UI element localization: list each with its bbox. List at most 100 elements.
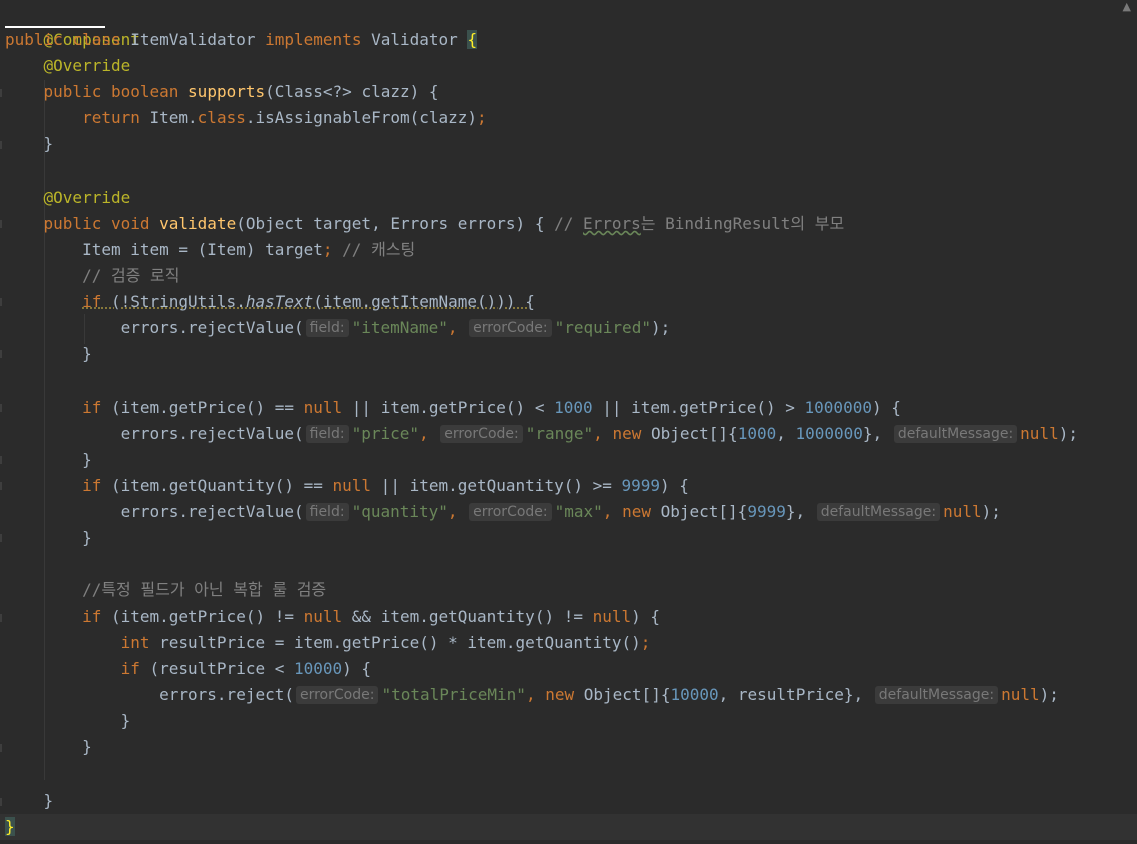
code-line[interactable]: } xyxy=(5,447,92,473)
keyword: if xyxy=(82,607,102,626)
code-line[interactable]: errors.reject(errorCode: "totalPriceMin",… xyxy=(5,682,1059,708)
string-literal: "max" xyxy=(554,502,603,521)
semicolon: ; xyxy=(640,633,651,652)
code-line[interactable]: //특정 필드가 아닌 복합 룰 검증 xyxy=(5,577,326,603)
param-hint: errorCode: xyxy=(469,503,552,521)
class-name: ItemValidator xyxy=(130,30,256,49)
code-line[interactable]: if (!StringUtils.hasText(item.getItemNam… xyxy=(5,289,535,315)
fold-marker[interactable] xyxy=(0,350,2,358)
current-line[interactable]: } xyxy=(0,814,1137,840)
code-text: errors.rejectValue( xyxy=(120,318,304,337)
fold-marker[interactable] xyxy=(0,456,2,464)
code-line[interactable]: public class ItemValidator implements Va… xyxy=(5,27,478,53)
code-line[interactable]: } xyxy=(5,131,54,157)
code-line[interactable]: // 검증 로직 xyxy=(5,263,179,289)
number-literal: 9999 xyxy=(621,476,661,495)
code-text: && item.getQuantity() != xyxy=(342,607,593,626)
code-text: } xyxy=(43,134,54,153)
code-text: ); xyxy=(650,318,671,337)
keyword: public xyxy=(43,214,102,233)
keyword: boolean xyxy=(110,82,179,101)
code-text: (item.getQuantity() == xyxy=(101,476,333,495)
param-hint: defaultMessage: xyxy=(893,425,1018,443)
code-text: } xyxy=(120,711,131,730)
fold-marker[interactable] xyxy=(0,798,2,806)
keyword: null xyxy=(303,398,343,417)
code-line[interactable]: } xyxy=(5,525,92,551)
code-text: Object[]{ xyxy=(650,502,748,521)
keyword: null xyxy=(592,607,632,626)
code-line[interactable]: } xyxy=(5,734,92,760)
keyword: implements xyxy=(265,30,362,49)
keyword: new xyxy=(622,502,651,521)
semicolon: ; xyxy=(322,240,333,259)
keyword: null xyxy=(1001,685,1040,704)
number-literal: 10000 xyxy=(293,659,343,678)
number-literal: 1000000 xyxy=(804,398,872,417)
code-text: ) { xyxy=(342,659,372,678)
code-text: (!StringUtils. xyxy=(101,292,246,311)
code-text: ) { xyxy=(660,476,689,495)
code-text: || item.getPrice() < xyxy=(342,398,555,417)
code-text: ) { xyxy=(631,607,661,626)
code-text: (Class<?> clazz) { xyxy=(265,82,439,101)
param-hint: field: xyxy=(305,319,349,337)
string-literal: "range" xyxy=(525,424,594,443)
warning-triangle-icon[interactable]: ▲ xyxy=(1123,0,1131,13)
code-line[interactable]: } xyxy=(5,341,92,367)
code-text: (resultPrice < xyxy=(139,659,294,678)
code-line[interactable]: if (resultPrice < 10000) { xyxy=(5,656,371,682)
number-literal: 9999 xyxy=(747,502,786,521)
code-line[interactable]: int resultPrice = item.getPrice() * item… xyxy=(5,630,651,656)
comment: Errors xyxy=(583,214,641,233)
code-text: } xyxy=(82,737,92,756)
fold-marker[interactable] xyxy=(0,534,2,542)
code-line[interactable]: Item item = (Item) target; // 캐스팅 xyxy=(5,237,415,263)
comma: , xyxy=(602,502,613,521)
code-text: Item. xyxy=(149,108,198,127)
code-text: ); xyxy=(1039,685,1059,704)
comment: // xyxy=(554,214,583,233)
code-line[interactable]: } xyxy=(5,708,131,734)
code-line[interactable]: errors.rejectValue(field: "quantity", err… xyxy=(5,499,1001,525)
comment: // 캐스팅 xyxy=(332,240,416,259)
code-text: }, xyxy=(785,502,806,521)
code-line[interactable]: } xyxy=(5,788,54,814)
param-hint: field: xyxy=(305,425,349,443)
code-line[interactable]: @Component xyxy=(5,1,140,49)
code-line[interactable]: errors.rejectValue(field: "price", errorC… xyxy=(5,421,1078,447)
fold-marker[interactable] xyxy=(0,220,2,228)
param-hint: errorCode: xyxy=(469,319,552,337)
code-text: Object[]{ xyxy=(574,685,671,704)
code-line[interactable]: if (item.getPrice() != null && item.getQ… xyxy=(5,604,660,630)
fold-marker[interactable] xyxy=(0,744,2,752)
code-line[interactable]: errors.rejectValue(field: "itemName", err… xyxy=(5,315,670,341)
keyword: new xyxy=(612,424,642,443)
keyword: null xyxy=(943,502,982,521)
code-line[interactable]: return Item.class.isAssignableFrom(clazz… xyxy=(5,105,487,131)
fold-marker[interactable] xyxy=(0,482,2,490)
code-line[interactable]: public void validate(Object target, Erro… xyxy=(5,211,845,237)
code-line[interactable]: if (item.getPrice() == null || item.getP… xyxy=(5,395,901,421)
code-line[interactable]: @Override xyxy=(5,53,131,79)
fold-marker[interactable] xyxy=(0,89,2,97)
fold-marker[interactable] xyxy=(0,298,2,306)
code-line[interactable]: if (item.getQuantity() == null || item.g… xyxy=(5,473,689,499)
keyword: new xyxy=(545,685,575,704)
keyword: if xyxy=(82,476,102,495)
code-editor[interactable]: ▲ @Component public class ItemValidator … xyxy=(0,0,1137,844)
fold-marker[interactable] xyxy=(0,141,2,149)
string-literal: "required" xyxy=(554,318,651,337)
code-text: (Object target, Errors errors) { xyxy=(236,214,555,233)
keyword: if xyxy=(82,292,102,311)
keyword: public xyxy=(43,82,102,101)
keyword: null xyxy=(1020,424,1059,443)
code-text: } xyxy=(43,791,54,810)
param-hint: defaultMessage: xyxy=(874,686,999,704)
fold-marker[interactable] xyxy=(0,404,2,412)
fold-marker[interactable] xyxy=(0,614,2,622)
comma: , xyxy=(525,685,536,704)
keyword: int xyxy=(120,633,150,652)
code-line[interactable]: @Override xyxy=(5,185,131,211)
code-line[interactable]: public boolean supports(Class<?> clazz) … xyxy=(5,79,439,105)
